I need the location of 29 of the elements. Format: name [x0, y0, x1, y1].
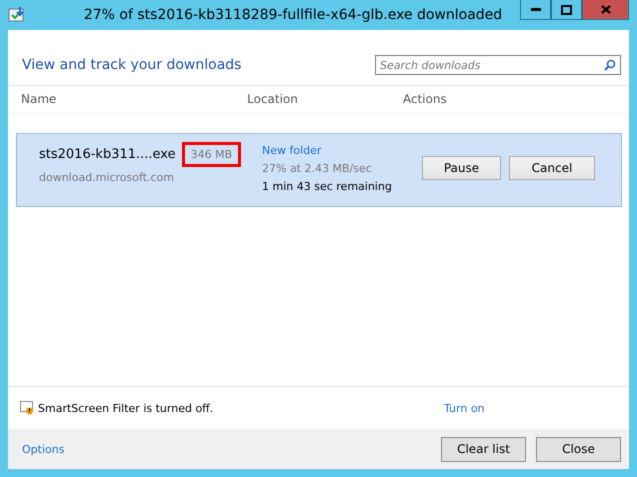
footer-button[interactable]: Close — [536, 436, 621, 462]
search-field[interactable]: Search downloads — [375, 55, 621, 75]
action-button[interactable]: Cancel — [509, 156, 595, 180]
time-remaining: 1 min 43 sec remaining — [262, 180, 393, 193]
minimize-button[interactable] — [520, 0, 551, 20]
close-icon — [600, 5, 610, 14]
maximize-icon — [561, 4, 572, 14]
maximize-button[interactable] — [551, 0, 582, 20]
file-name: sts2016-kb311....exe — [39, 147, 176, 162]
file-size: 346 MB — [182, 142, 242, 167]
footer-button[interactable]: Clear list — [441, 436, 526, 462]
action-button[interactable]: Pause — [422, 156, 501, 180]
page-heading: View and track your downloads — [22, 57, 242, 73]
options-link[interactable]: Options — [22, 442, 64, 456]
turn-on-link[interactable]: Turn on — [444, 402, 485, 414]
progress-text: 27% at 2.43 MB/sec — [262, 162, 373, 175]
column-header: Actions — [402, 92, 448, 106]
download-item[interactable]: sts2016-kb311....exe 346 MB download.microsoft.com New folder 27% at 2.43 MB/sec 1 min 43 sec remaining Pause Cancel — [16, 133, 622, 207]
minimize-icon — [530, 8, 540, 12]
folder-link[interactable]: New folder — [262, 144, 422, 157]
download-icon — [8, 6, 26, 24]
column-header: Location — [247, 92, 299, 106]
smartscreen-message: SmartScreen Filter is turned off. — [38, 402, 214, 414]
column-header: Name — [21, 92, 58, 106]
search-icon — [604, 59, 616, 71]
window-title: 27% of sts2016-kb3118289-fullfile-x64-glb.exe downloaded — [82, 7, 504, 23]
source-domain: download.microsoft.com — [39, 171, 175, 184]
warning-icon — [20, 401, 34, 415]
close-button[interactable] — [582, 0, 629, 20]
